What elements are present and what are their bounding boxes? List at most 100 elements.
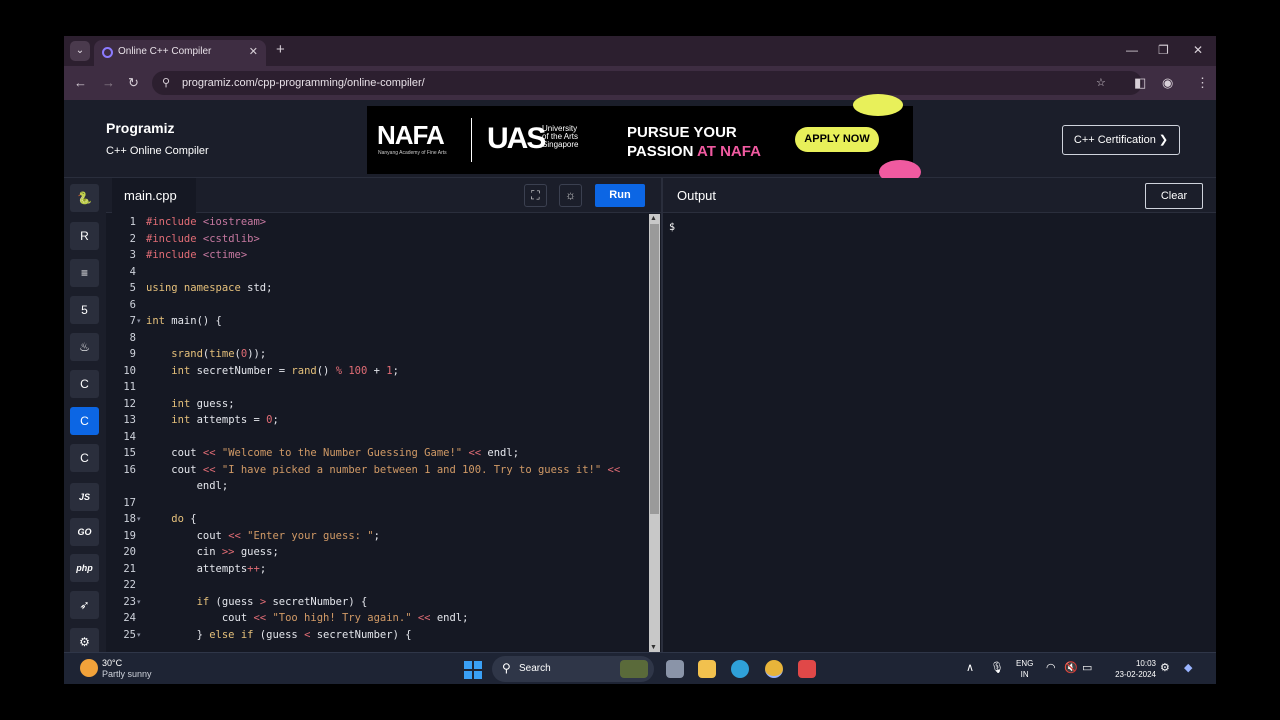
url-bar[interactable]: ⚲ programiz.com/cpp-programming/online-c… xyxy=(152,71,1142,95)
code-editor-panel: main.cpp ⛶ ☼ Run 1 #include <iostream> 2 #i… xyxy=(106,178,661,652)
task-view-icon[interactable] xyxy=(666,660,684,678)
scroll-up-arrow-icon[interactable]: ▲ xyxy=(650,215,657,222)
volume-muted-icon[interactable]: 🔇 xyxy=(1064,661,1078,674)
side-panel-icon[interactable]: ◧ xyxy=(1134,75,1146,91)
line-number: 2 xyxy=(129,232,136,245)
scroll-down-arrow-icon[interactable]: ▼ xyxy=(650,644,657,651)
fold-toggle-icon[interactable]: ▾ xyxy=(137,515,141,523)
maximize-icon[interactable]: ❐ xyxy=(1158,43,1169,57)
code-line[interactable]: cout << "Enter your guess: "; xyxy=(146,530,380,542)
url-text: programiz.com/cpp-programming/online-com… xyxy=(182,77,425,89)
edge-browser-icon[interactable] xyxy=(731,660,749,678)
taskbar-search-box[interactable]: ⚲ Search xyxy=(492,656,654,682)
language-python-icon[interactable]: 🐍 xyxy=(70,184,99,212)
code-line[interactable]: cin >> guess; xyxy=(146,546,279,558)
file-explorer-icon[interactable] xyxy=(698,660,716,678)
language-go-icon[interactable]: GO xyxy=(70,518,99,546)
code-line[interactable]: cout << "Welcome to the Number Guessing … xyxy=(146,447,519,459)
forward-icon[interactable]: → xyxy=(102,75,115,90)
line-number: 15 xyxy=(123,447,136,459)
notification-bell-icon[interactable]: ⚙ xyxy=(1160,661,1170,674)
weather-temperature[interactable]: 30°C xyxy=(102,658,122,668)
tray-overflow-chevron-icon[interactable]: ∧ xyxy=(966,661,974,674)
line-number: 10 xyxy=(123,364,136,377)
code-line[interactable]: using namespace std; xyxy=(146,282,272,294)
programiz-logo[interactable]: Programiz xyxy=(106,120,174,136)
fold-toggle-icon[interactable]: ▾ xyxy=(137,598,141,606)
fold-toggle-icon[interactable]: ▾ xyxy=(137,317,141,325)
line-number: 4 xyxy=(129,265,136,278)
windows-start-icon[interactable] xyxy=(464,661,482,679)
advertisement-banner[interactable]: NAFA Nanyang Academy of Fine Arts UAS Un… xyxy=(367,94,921,184)
line-number: 11 xyxy=(123,381,136,393)
scrollbar-thumb[interactable] xyxy=(650,224,659,514)
file-tab-main-cpp[interactable]: main.cpp xyxy=(112,178,196,213)
tab-title: Online C++ Compiler xyxy=(118,46,212,57)
theme-toggle-sun-icon[interactable]: ☼ xyxy=(559,184,582,207)
code-line[interactable]: if (guess > secretNumber) { xyxy=(146,596,368,608)
site-info-icon[interactable]: ⚲ xyxy=(162,76,170,89)
weather-sun-icon[interactable] xyxy=(80,659,98,677)
tab-online-cpp-compiler[interactable]: Online C++ Compiler ✕ xyxy=(94,40,266,66)
line-number: 12 xyxy=(123,397,136,410)
site-header: Programiz C++ Online Compiler NAFA Nanya… xyxy=(64,94,1216,184)
ad-apply-button[interactable]: APPLY NOW xyxy=(795,127,879,152)
back-icon[interactable]: ← xyxy=(74,75,87,90)
tab-search-chevron-icon[interactable]: ⌄ xyxy=(70,41,90,61)
code-line[interactable]: cout << "I have picked a number between … xyxy=(146,464,620,476)
chrome-browser-icon[interactable] xyxy=(765,660,783,678)
language-c-icon[interactable]: C xyxy=(70,370,99,398)
editor-scrollbar[interactable]: ▲ ▼ xyxy=(649,214,660,652)
battery-icon[interactable]: ▭ xyxy=(1082,661,1092,674)
output-title: Output xyxy=(677,188,717,203)
line-number: 25 xyxy=(123,628,136,641)
code-line[interactable]: do { xyxy=(146,513,196,525)
microphone-icon[interactable]: 🎙 xyxy=(990,661,1004,674)
code-line[interactable]: cout << "Too high! Try again." << endl; xyxy=(146,612,469,624)
language-html-icon[interactable]: 5 xyxy=(70,296,99,324)
wifi-icon[interactable]: ◠ xyxy=(1046,661,1056,674)
cpp-certification-button[interactable]: C++ Certification ❯ xyxy=(1062,125,1180,155)
code-line[interactable]: int main() { xyxy=(146,315,222,327)
line-number: 5 xyxy=(129,282,136,294)
language-php-icon[interactable]: php xyxy=(70,554,99,582)
language-js-icon[interactable]: JS xyxy=(70,483,99,511)
new-tab-icon[interactable]: + xyxy=(276,41,285,58)
run-button[interactable]: Run xyxy=(595,184,645,207)
code-line[interactable]: #include <ctime> xyxy=(146,249,247,261)
browser-menu-icon[interactable]: ⋮ xyxy=(1196,75,1209,91)
language-sql-icon[interactable]: ≡ xyxy=(70,259,99,287)
code-line[interactable]: int guess; xyxy=(146,398,234,410)
language-java-icon[interactable]: ♨ xyxy=(70,333,99,361)
code-line[interactable]: } else if (guess < secretNumber) { xyxy=(146,629,412,641)
fullscreen-icon[interactable]: ⛶ xyxy=(524,184,547,207)
code-line[interactable]: int attempts = 0; xyxy=(146,414,278,426)
window-close-icon[interactable]: ✕ xyxy=(1193,43,1203,57)
code-line[interactable]: srand(time(0)); xyxy=(146,348,266,360)
copilot-icon[interactable]: ◆ xyxy=(1184,661,1192,674)
code-line[interactable]: #include <iostream> xyxy=(146,216,266,228)
reload-icon[interactable]: ↻ xyxy=(128,75,139,91)
code-area[interactable]: 1 #include <iostream> 2 #include <cstdlib> 3… xyxy=(106,214,649,652)
language-cpp-icon[interactable]: C xyxy=(70,407,99,435)
terminal-prompt[interactable]: $ xyxy=(669,222,675,233)
input-language-indicator[interactable]: ENG IN xyxy=(1016,658,1033,680)
language-swift-icon[interactable]: ➶ xyxy=(70,591,99,619)
video-recorder-icon[interactable] xyxy=(798,660,816,678)
profile-avatar-icon[interactable]: ◉ xyxy=(1162,75,1173,91)
language-csharp-icon[interactable]: C xyxy=(70,444,99,472)
code-line[interactable]: attempts++; xyxy=(146,563,267,575)
code-line[interactable]: int secretNumber = rand() % 100 + 1; xyxy=(146,365,399,377)
weather-description[interactable]: Partly sunny xyxy=(102,669,152,679)
clear-button[interactable]: Clear xyxy=(1145,183,1203,209)
bookmark-star-icon[interactable]: ☆ xyxy=(1096,76,1106,89)
output-toolbar: Output Clear xyxy=(663,178,1216,213)
taskbar-clock[interactable]: 10:03 23-02-2024 xyxy=(1104,658,1156,680)
ad-decor-yellow xyxy=(853,94,903,116)
code-line[interactable]: #include <cstdlib> xyxy=(146,233,260,245)
fold-toggle-icon[interactable]: ▾ xyxy=(137,631,141,639)
tab-close-icon[interactable]: ✕ xyxy=(249,45,258,58)
code-line[interactable]: endl; xyxy=(146,480,229,492)
language-r-icon[interactable]: R xyxy=(70,222,99,250)
minimize-icon[interactable]: — xyxy=(1126,43,1138,57)
